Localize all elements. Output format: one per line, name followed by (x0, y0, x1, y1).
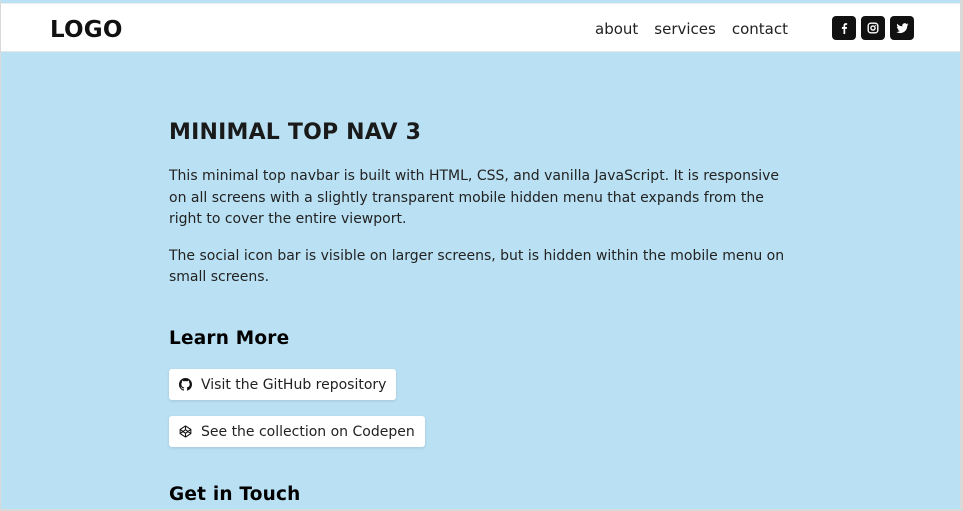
page-title: MINIMAL TOP NAV 3 (169, 120, 422, 145)
facebook-button[interactable] (832, 16, 856, 40)
learn-more-heading: Learn More (169, 328, 290, 349)
learn-more-section: Learn More (169, 327, 289, 351)
codepen-icon (179, 425, 192, 438)
github-icon (179, 378, 192, 391)
top-navbar: LOGO about services contact (1, 3, 960, 52)
get-in-touch-section: Get in Touch (169, 483, 301, 507)
codepen-button-label: See the collection on Codepen (201, 423, 415, 440)
codepen-collection-button[interactable]: See the collection on Codepen (169, 416, 425, 447)
social-bar-paragraph: The social icon bar is visible on larger… (169, 247, 785, 286)
instagram-icon (867, 22, 879, 34)
social-icon-bar (832, 16, 914, 40)
page-frame: LOGO about services contact MINIMAL TOP … (1, 0, 960, 509)
main-content: MINIMAL TOP NAV 3 This minimal top navba… (169, 118, 799, 289)
facebook-icon (841, 23, 848, 34)
logo[interactable]: LOGO (50, 16, 123, 44)
get-in-touch-heading: Get in Touch (169, 484, 301, 505)
intro-paragraph: This minimal top navbar is built with HT… (169, 168, 780, 227)
twitter-button[interactable] (890, 16, 914, 40)
nav-contact[interactable]: contact (732, 20, 788, 38)
github-repository-button[interactable]: Visit the GitHub repository (169, 369, 397, 400)
twitter-icon (895, 23, 908, 34)
nav-about[interactable]: about (595, 20, 638, 38)
nav-services[interactable]: services (654, 20, 716, 38)
primary-nav: about services contact (595, 20, 788, 38)
github-button-label: Visit the GitHub repository (201, 376, 387, 393)
instagram-button[interactable] (861, 16, 885, 40)
